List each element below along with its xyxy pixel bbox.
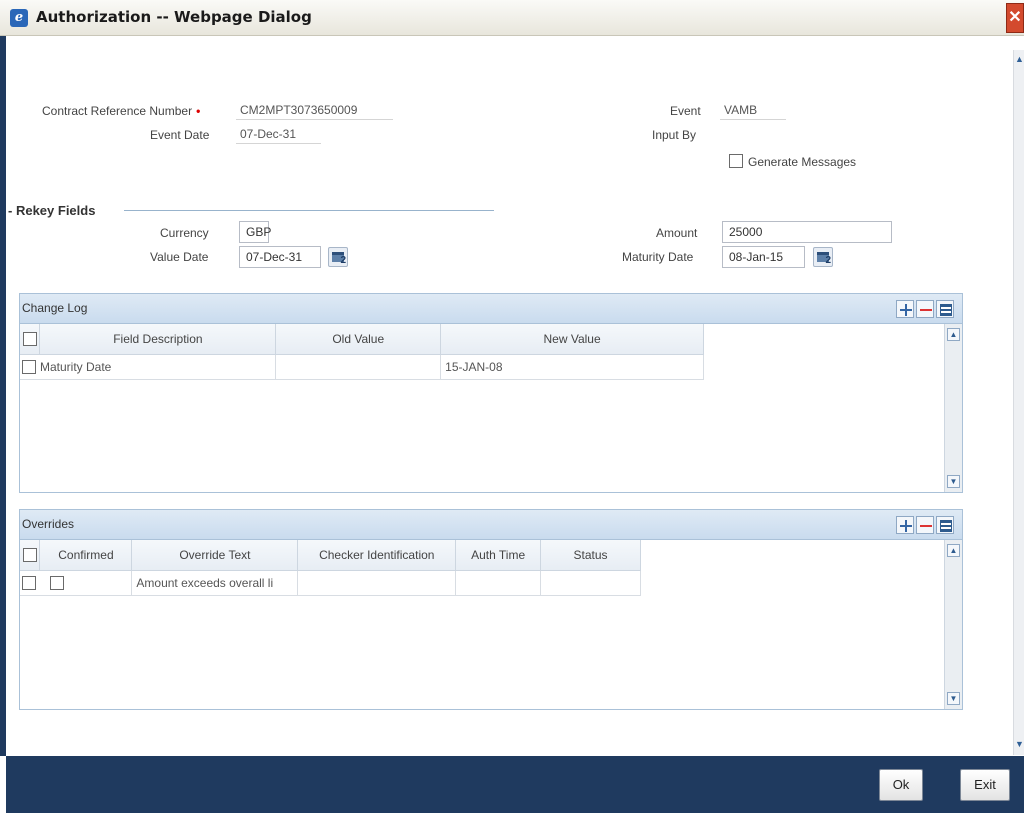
window-title: Authorization -- Webpage Dialog [36,8,312,26]
select-all-cell [20,324,41,355]
grid-toolbar [894,516,954,534]
maturity-date-input[interactable]: 08-Jan-15 [722,246,805,268]
scroll-down-icon[interactable]: ▼ [947,692,960,705]
amount-label: Amount [656,226,698,240]
calendar-icon[interactable]: 2 [813,247,833,267]
column-header: Auth Time [455,540,542,571]
old-value-cell [275,354,442,380]
grid-toolbar [894,300,954,318]
required-marker: • [196,104,201,118]
row-select-cell [20,354,40,380]
overrides-grid: Overrides Confirmed Override Text Checke… [19,509,963,710]
change-log-header: Change Log [20,294,962,324]
list-view-icon[interactable] [936,516,954,534]
event-date-value: 07-Dec-31 [236,126,321,144]
select-all-checkbox[interactable] [22,548,37,563]
title-bar: e Authorization -- Webpage Dialog ✕ [0,0,1024,36]
overrides-title: Overrides [22,517,75,531]
overrides-table: Confirmed Override Text Checker Identifi… [20,540,641,596]
add-row-icon[interactable] [896,300,914,318]
generate-messages-label: Generate Messages [748,155,857,169]
event-date-label: Event Date [150,128,210,142]
close-icon[interactable]: ✕ [1006,3,1024,33]
add-row-icon[interactable] [896,516,914,534]
window-scrollbar[interactable]: ▲ ▼ [1013,50,1024,755]
change-log-grid: Change Log Field Description Old Value N… [19,293,963,493]
event-value: VAMB [720,102,786,120]
contract-ref-label: Contract Reference Number • [42,104,201,118]
calendar-icon[interactable]: 2 [328,247,348,267]
row-checkbox[interactable] [22,359,36,374]
ok-button[interactable]: Ok [879,769,923,801]
delete-row-icon[interactable] [916,516,934,534]
table-header-row: Field Description Old Value New Value [20,324,704,355]
row-checkbox[interactable] [22,575,36,590]
change-log-title: Change Log [22,301,88,315]
generate-messages-checkbox[interactable] [729,154,743,168]
checker-id-cell [297,570,457,596]
scroll-down-icon[interactable]: ▼ [947,475,960,488]
contract-ref-value: CM2MPT3073650009 [236,102,393,120]
column-header: Confirmed [39,540,133,571]
auth-time-cell [455,570,542,596]
scroll-up-icon[interactable]: ▲ [947,328,960,341]
column-header: Status [540,540,641,571]
currency-input[interactable]: GBP [239,221,271,243]
currency-label: Currency [160,226,209,240]
column-header: Old Value [275,324,442,355]
overrides-header: Overrides [20,510,962,540]
field-description-cell: Maturity Date [39,354,277,380]
scroll-up-icon[interactable]: ▲ [1014,54,1024,66]
input-by-label: Input By [652,128,697,142]
column-header: Checker Identification [297,540,457,571]
section-divider [124,210,494,211]
status-cell [540,570,641,596]
window-frame [0,36,6,756]
value-date-label: Value Date [150,250,209,264]
change-log-table: Field Description Old Value New Value Ma… [20,324,704,380]
input-by-value [720,126,786,144]
column-header: Override Text [131,540,299,571]
scroll-down-icon[interactable]: ▼ [1014,739,1024,751]
exit-button[interactable]: Exit [960,769,1010,801]
scroll-up-icon[interactable]: ▲ [947,544,960,557]
delete-row-icon[interactable] [916,300,934,318]
overrides-scrollbar[interactable]: ▲ ▼ [944,540,962,709]
change-log-scrollbar[interactable]: ▲ ▼ [944,324,962,492]
select-all-cell [20,540,41,571]
event-label: Event [670,104,701,118]
override-text-cell: Amount exceeds overall li [131,570,299,596]
amount-input[interactable]: 25000 [722,221,892,243]
column-header: New Value [440,324,704,355]
table-row[interactable]: Maturity Date 15-JAN-08 [20,354,704,380]
table-row[interactable]: Amount exceeds overall li [20,570,641,596]
select-all-checkbox[interactable] [22,332,37,347]
column-header: Field Description [39,324,277,355]
row-select-cell [20,570,40,596]
rekey-fields-heading: - Rekey Fields [8,203,96,218]
new-value-cell: 15-JAN-08 [440,354,704,380]
dialog-footer: Ok Exit [6,756,1024,813]
value-date-input[interactable]: 07-Dec-31 [239,246,321,268]
confirmed-cell [39,570,133,596]
table-header-row: Confirmed Override Text Checker Identifi… [20,540,641,571]
maturity-date-label: Maturity Date [622,250,694,264]
list-view-icon[interactable] [936,300,954,318]
ie-icon: e [10,9,28,27]
confirmed-checkbox[interactable] [49,575,64,590]
